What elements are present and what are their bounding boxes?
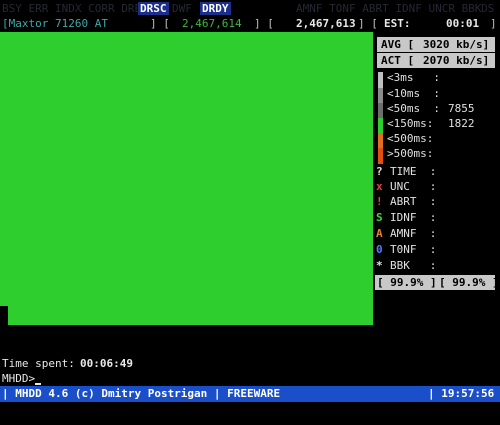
bracket-mid: ] [ xyxy=(254,17,274,30)
bracket-end: ] [ xyxy=(358,17,378,30)
latency-label-500ms: <500ms: xyxy=(387,132,434,145)
cursor xyxy=(35,383,42,385)
flags-dim-right: AMNF TONF ABRT IDNF UNCR BBK xyxy=(296,2,489,15)
bracket-close: ] [ xyxy=(150,17,170,30)
latency-label-50ms: <50ms : xyxy=(387,102,440,115)
error-symbol-unc: x xyxy=(376,180,383,193)
error-label-idnf: IDNF : xyxy=(390,211,437,224)
latency-count-150ms: 1822 xyxy=(448,117,475,130)
latency-bar-150ms xyxy=(378,118,383,134)
error-symbol-time: ? xyxy=(376,165,383,178)
progress-box: [ 99.9% ] [ 99.9% ] xyxy=(375,275,499,290)
progress-left: [ 99.9% ] xyxy=(377,276,437,289)
latency-label-150ms: <150ms: xyxy=(387,117,434,130)
latency-bar-50ms xyxy=(378,103,383,119)
act-speed-value: 2070 kb/s] xyxy=(423,54,490,67)
latency-bar-500ms xyxy=(378,133,383,149)
error-symbol-bbk: * xyxy=(376,259,383,272)
error-label-bbk: BBK : xyxy=(390,259,437,272)
clock: | 19:57:56 xyxy=(428,387,495,400)
error-label-amnf: AMNF : xyxy=(390,227,437,240)
error-symbol-idnf: S xyxy=(376,211,383,224)
lba-total: 2,467,613 xyxy=(296,17,356,30)
latency-count-50ms: 7855 xyxy=(448,102,475,115)
scan-map xyxy=(0,32,373,325)
status-bar: | MHDD 4.6 (c) Dmitry Postrigan | FREEWA… xyxy=(0,386,500,402)
latency-bar-over500ms xyxy=(378,148,383,164)
scan-map-notch xyxy=(0,306,8,326)
app-title: | MHDD 4.6 (c) Dmitry Postrigan | FREEWA… xyxy=(2,387,281,400)
est-label: EST: xyxy=(384,17,411,30)
lba-current: 2,467,614 xyxy=(182,17,242,30)
flag-drsc: DRSC xyxy=(138,2,169,15)
avg-speed-box: AVG [ 3020 kb/s] xyxy=(377,37,495,52)
avg-speed-label: AVG [ xyxy=(381,38,415,51)
prompt-text: MHDD> xyxy=(2,372,36,385)
time-spent-value: 00:06:49 xyxy=(80,357,133,370)
est-close: ] xyxy=(490,17,497,30)
command-prompt[interactable]: MHDD> xyxy=(2,372,42,385)
progress-right: [ 99.9% ] xyxy=(439,276,499,289)
latency-label-3ms: <3ms : xyxy=(387,71,440,84)
flag-drdy: DRDY xyxy=(200,2,231,15)
act-speed-label: ACT [ xyxy=(381,54,415,67)
error-label-time: TIME : xyxy=(390,165,437,178)
latency-bar-3ms xyxy=(378,72,383,88)
avg-speed-value: 3020 kb/s] xyxy=(423,38,490,51)
error-label-t0nf: T0NF : xyxy=(390,243,437,256)
est-value: 00:01 xyxy=(446,17,480,30)
flags-dim-end: DS xyxy=(481,2,495,15)
error-label-abrt: ABRT : xyxy=(390,195,437,208)
error-symbol-t0nf: 0 xyxy=(376,243,383,256)
drive-model: [Maxtor 71260 AT xyxy=(2,17,108,30)
time-spent-label: Time spent: xyxy=(2,357,75,370)
flags-dim-mid: DWF xyxy=(172,2,192,15)
latency-label-over500ms: >500ms: xyxy=(387,147,434,160)
latency-label-10ms: <10ms : xyxy=(387,87,440,100)
error-symbol-amnf: A xyxy=(376,227,383,240)
latency-bar-10ms xyxy=(378,88,383,104)
error-label-unc: UNC : xyxy=(390,180,437,193)
error-symbol-abrt: ! xyxy=(376,195,383,208)
flags-dim-left: BSY ERR INDX CORR DREQ xyxy=(2,2,148,15)
act-speed-box: ACT [ 2070 kb/s] xyxy=(377,53,495,68)
